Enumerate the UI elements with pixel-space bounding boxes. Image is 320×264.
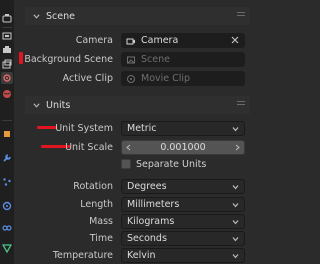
time-label: Time bbox=[89, 233, 113, 244]
mass-dropdown[interactable]: Kilograms bbox=[121, 214, 245, 229]
chevron-down-icon bbox=[232, 203, 239, 208]
image-stack-icon bbox=[2, 59, 12, 69]
background-scene-placeholder: Scene bbox=[141, 54, 170, 65]
chevron-down-icon bbox=[232, 220, 239, 225]
unit-system-label: Unit System bbox=[55, 123, 113, 134]
active-tab-marker bbox=[19, 52, 23, 64]
constraints-tab[interactable] bbox=[1, 222, 13, 234]
scene-tab[interactable] bbox=[1, 72, 13, 84]
length-dropdown[interactable]: Millimeters bbox=[121, 197, 245, 212]
active-clip-field[interactable]: Movie Clip bbox=[121, 71, 245, 86]
properties-editor: Scene Camera Camera Background Scene Sce… bbox=[24, 0, 250, 264]
tool-icon bbox=[2, 14, 12, 23]
length-row: Length Millimeters bbox=[25, 196, 250, 213]
scene-panel-header[interactable]: Scene bbox=[25, 7, 250, 25]
rotation-row: Rotation Degrees bbox=[25, 178, 250, 195]
properties-tab-strip bbox=[0, 0, 14, 264]
render-tab[interactable] bbox=[1, 30, 13, 42]
object-icon bbox=[4, 131, 10, 137]
time-value: Seconds bbox=[127, 233, 167, 244]
unit-scale-input[interactable]: 0.001000 bbox=[121, 140, 245, 155]
mass-value: Kilograms bbox=[127, 216, 175, 227]
world-icon bbox=[3, 90, 11, 98]
time-dropdown[interactable]: Seconds bbox=[121, 231, 245, 246]
active-clip-label: Active Clip bbox=[62, 73, 113, 84]
camera-label: Camera bbox=[75, 35, 113, 46]
mesh-data-icon bbox=[2, 244, 12, 253]
unit-scale-value: 0.001000 bbox=[160, 142, 206, 153]
view-layer-tab[interactable] bbox=[1, 58, 13, 70]
tab-separator bbox=[2, 120, 12, 121]
background-scene-field[interactable]: Scene bbox=[121, 52, 245, 67]
chevron-down-icon bbox=[232, 237, 239, 242]
rotation-value: Degrees bbox=[127, 181, 167, 192]
camera-field[interactable]: Camera bbox=[121, 33, 245, 48]
length-value: Millimeters bbox=[127, 199, 180, 210]
separate-units-checkbox[interactable] bbox=[121, 159, 131, 169]
camera-row: Camera Camera bbox=[25, 32, 250, 49]
camera-back-icon bbox=[2, 32, 12, 40]
camera-object-icon bbox=[126, 38, 135, 44]
separate-units-row: Separate Units bbox=[25, 157, 250, 174]
mass-row: Mass Kilograms bbox=[25, 213, 250, 230]
active-clip-row: Active Clip Movie Clip bbox=[25, 70, 250, 87]
unit-scale-row: Unit Scale 0.001000 bbox=[25, 139, 250, 156]
scene-panel-title: Scene bbox=[46, 10, 75, 22]
tab-separator bbox=[2, 27, 12, 28]
temperature-row: Temperature Kelvin bbox=[25, 247, 250, 264]
tool-tab[interactable] bbox=[1, 12, 13, 24]
increment-arrow-icon[interactable] bbox=[235, 144, 240, 151]
physics-icon bbox=[2, 201, 12, 211]
movie-clip-icon bbox=[127, 74, 135, 83]
data-tab[interactable] bbox=[1, 242, 13, 254]
mass-label: Mass bbox=[89, 216, 113, 227]
output-tab[interactable] bbox=[1, 44, 13, 56]
chevron-down-icon bbox=[232, 185, 239, 190]
rotation-dropdown[interactable]: Degrees bbox=[121, 179, 245, 194]
world-tab[interactable] bbox=[1, 88, 13, 100]
scene-data-icon bbox=[127, 56, 135, 63]
unit-system-value: Metric bbox=[127, 123, 157, 134]
constraints-icon bbox=[2, 225, 12, 231]
camera-value: Camera bbox=[141, 35, 179, 46]
wrench-icon bbox=[3, 154, 11, 162]
chevron-down-icon bbox=[232, 254, 239, 259]
particles-icon bbox=[3, 178, 11, 186]
units-panel-header[interactable]: Units bbox=[25, 96, 250, 114]
close-icon[interactable] bbox=[231, 36, 239, 44]
rotation-label: Rotation bbox=[73, 181, 113, 192]
temperature-dropdown[interactable]: Kelvin bbox=[121, 248, 245, 263]
decrement-arrow-icon[interactable] bbox=[126, 144, 131, 151]
time-row: Time Seconds bbox=[25, 230, 250, 247]
chevron-down-icon bbox=[232, 127, 239, 132]
drag-handle-icon[interactable] bbox=[237, 12, 245, 18]
active-clip-placeholder: Movie Clip bbox=[141, 73, 191, 84]
unit-system-dropdown[interactable]: Metric bbox=[121, 121, 245, 136]
units-panel-title: Units bbox=[46, 99, 71, 111]
chevron-down-icon bbox=[33, 13, 40, 19]
drag-handle-icon[interactable] bbox=[237, 101, 245, 107]
modifiers-tab[interactable] bbox=[1, 152, 13, 164]
printer-icon bbox=[3, 46, 11, 53]
object-tab[interactable] bbox=[1, 128, 13, 140]
length-label: Length bbox=[80, 199, 113, 210]
chevron-down-icon bbox=[33, 102, 40, 108]
temperature-label: Temperature bbox=[52, 250, 113, 261]
scene-icon bbox=[3, 74, 11, 82]
red-annotation-mark bbox=[37, 126, 57, 129]
unit-system-row: Unit System Metric bbox=[25, 120, 250, 137]
background-scene-label: Background Scene bbox=[24, 54, 113, 65]
separate-units-label[interactable]: Separate Units bbox=[136, 159, 206, 170]
physics-tab[interactable] bbox=[1, 200, 13, 212]
particles-tab[interactable] bbox=[1, 176, 13, 188]
temperature-value: Kelvin bbox=[127, 250, 156, 261]
background-scene-row: Background Scene Scene bbox=[24, 51, 250, 68]
unit-scale-label: Unit Scale bbox=[65, 142, 113, 153]
